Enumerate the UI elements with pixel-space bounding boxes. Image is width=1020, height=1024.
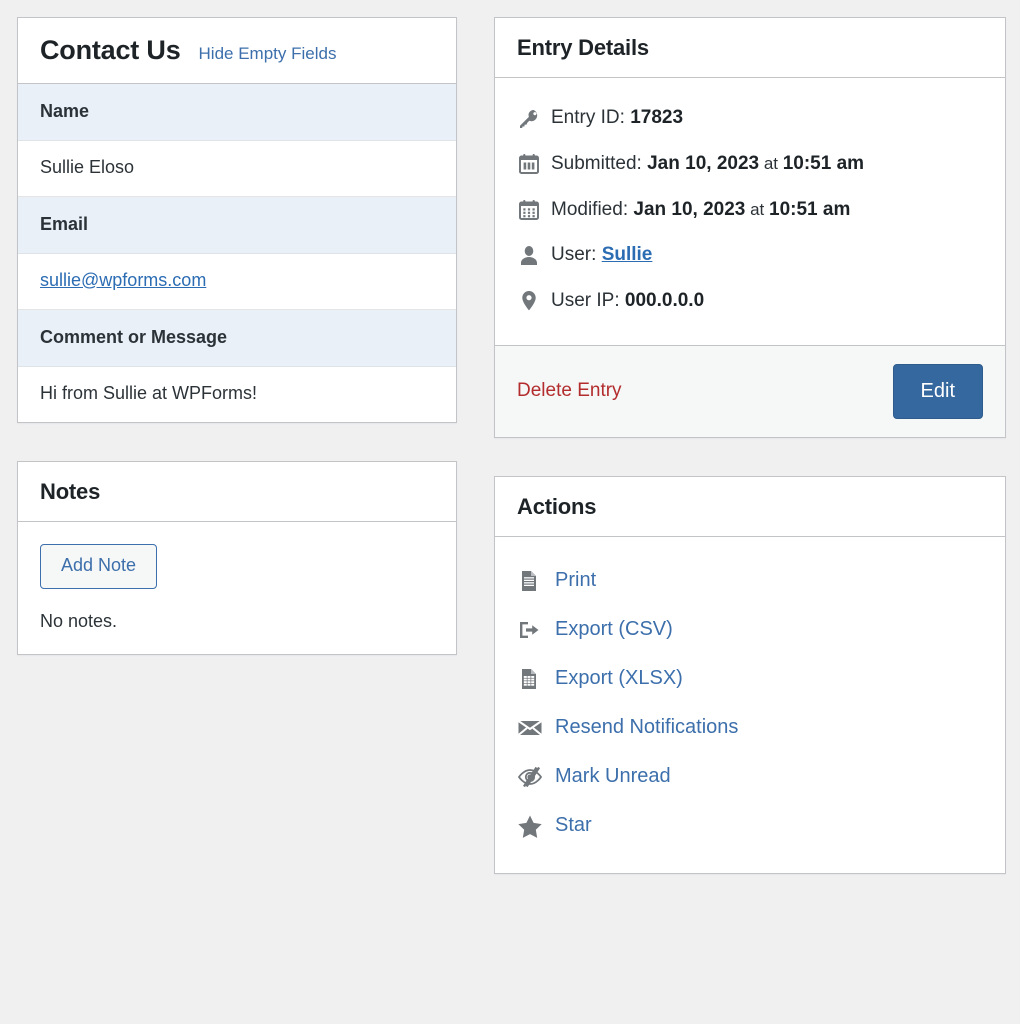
page-title: Contact Us [40,36,181,66]
notes-panel-header: Notes [18,462,456,522]
notes-title: Notes [40,480,100,504]
form-fields-panel: Contact Us Hide Empty Fields Name Sullie… [17,17,457,423]
user-link[interactable]: Sullie [602,244,653,265]
submitted-at-word: at [759,154,783,173]
action-label: Export (XLSX) [555,667,683,690]
entry-meta-list: Entry ID: 17823 [495,78,1005,344]
notes-panel: Notes Add Note No notes. [17,461,457,655]
action-label: Print [555,569,596,592]
star-icon [517,814,555,838]
notes-body: Add Note No notes. [18,522,456,654]
document-print-icon [517,569,555,593]
action-print[interactable]: Print [517,557,983,606]
modified-text: Modified: Jan 10, 2023 at 10:51 am [551,198,850,223]
action-mark-unread[interactable]: Mark Unread [517,753,983,802]
field-value: Sullie Eloso [18,141,456,197]
action-export-xlsx[interactable]: Export (XLSX) [517,655,983,704]
entry-meta-row-modified: Modified: Jan 10, 2023 at 10:51 am [517,188,983,234]
action-resend-notifications[interactable]: Resend Notifications [517,704,983,753]
entry-id-text: Entry ID: 17823 [551,106,683,131]
location-pin-icon [517,289,551,313]
form-panel-header: Contact Us Hide Empty Fields [18,18,456,84]
user-ip-label: User IP: [551,290,620,311]
hide-empty-fields-link[interactable]: Hide Empty Fields [199,44,337,64]
user-label: User: [551,244,596,265]
entry-details-page: Contact Us Hide Empty Fields Name Sullie… [0,0,1020,1024]
modified-date: Jan 10, 2023 [633,199,745,220]
edit-button[interactable]: Edit [893,364,983,419]
eye-slash-icon [517,765,555,789]
action-star[interactable]: Star [517,802,983,851]
submitted-date: Jan 10, 2023 [647,153,759,174]
submitted-text: Submitted: Jan 10, 2023 at 10:51 am [551,152,864,177]
field-label: Name [18,84,456,141]
email-link[interactable]: sullie@wpforms.com [40,270,206,290]
field-value: sullie@wpforms.com [18,254,456,310]
entry-details-footer: Delete Entry Edit [495,345,1005,437]
entry-meta-row-user: User: Sullie [517,233,983,279]
submitted-label: Submitted: [551,153,642,174]
actions-title: Actions [517,495,596,519]
entry-id-label: Entry ID: [551,107,625,128]
user-icon [517,244,551,268]
user-text: User: Sullie [551,243,652,268]
entry-meta-row-entry-id: Entry ID: 17823 [517,96,983,142]
submitted-time: 10:51 am [783,153,864,174]
spreadsheet-icon [517,667,555,691]
actions-panel: Actions Print [494,476,1006,874]
delete-entry-link[interactable]: Delete Entry [517,380,622,402]
user-ip-value: 000.0.0.0 [625,290,704,311]
entry-meta-row-submitted: Submitted: Jan 10, 2023 at 10:51 am [517,142,983,188]
modified-time: 10:51 am [769,199,850,220]
envelope-icon [517,716,555,740]
right-column: Entry Details Entry ID: 17823 [494,17,1006,912]
action-label: Resend Notifications [555,716,738,739]
calendar-bars-icon [517,152,551,176]
field-label: Comment or Message [18,310,456,367]
entry-id-value: 17823 [630,107,683,128]
action-label: Export (CSV) [555,618,673,641]
action-label: Star [555,814,592,837]
add-note-button[interactable]: Add Note [40,544,157,589]
entry-details-header: Entry Details [495,18,1005,78]
key-icon [517,107,551,131]
left-column: Contact Us Hide Empty Fields Name Sullie… [17,17,457,693]
notes-empty-text: No notes. [40,611,434,632]
entry-meta-row-user-ip: User IP: 000.0.0.0 [517,279,983,325]
entry-details-title: Entry Details [517,36,649,60]
action-export-csv[interactable]: Export (CSV) [517,606,983,655]
entry-details-panel: Entry Details Entry ID: 17823 [494,17,1006,438]
modified-label: Modified: [551,199,628,220]
form-field-list: Name Sullie Eloso Email sullie@wpforms.c… [18,84,456,422]
actions-list: Print Export (CSV) [495,537,1005,873]
export-arrow-icon [517,618,555,642]
actions-panel-header: Actions [495,477,1005,537]
field-label: Email [18,197,456,254]
user-ip-text: User IP: 000.0.0.0 [551,289,704,314]
action-label: Mark Unread [555,765,671,788]
field-value: Hi from Sullie at WPForms! [18,367,456,422]
modified-at-word: at [745,200,769,219]
calendar-dots-icon [517,198,551,222]
